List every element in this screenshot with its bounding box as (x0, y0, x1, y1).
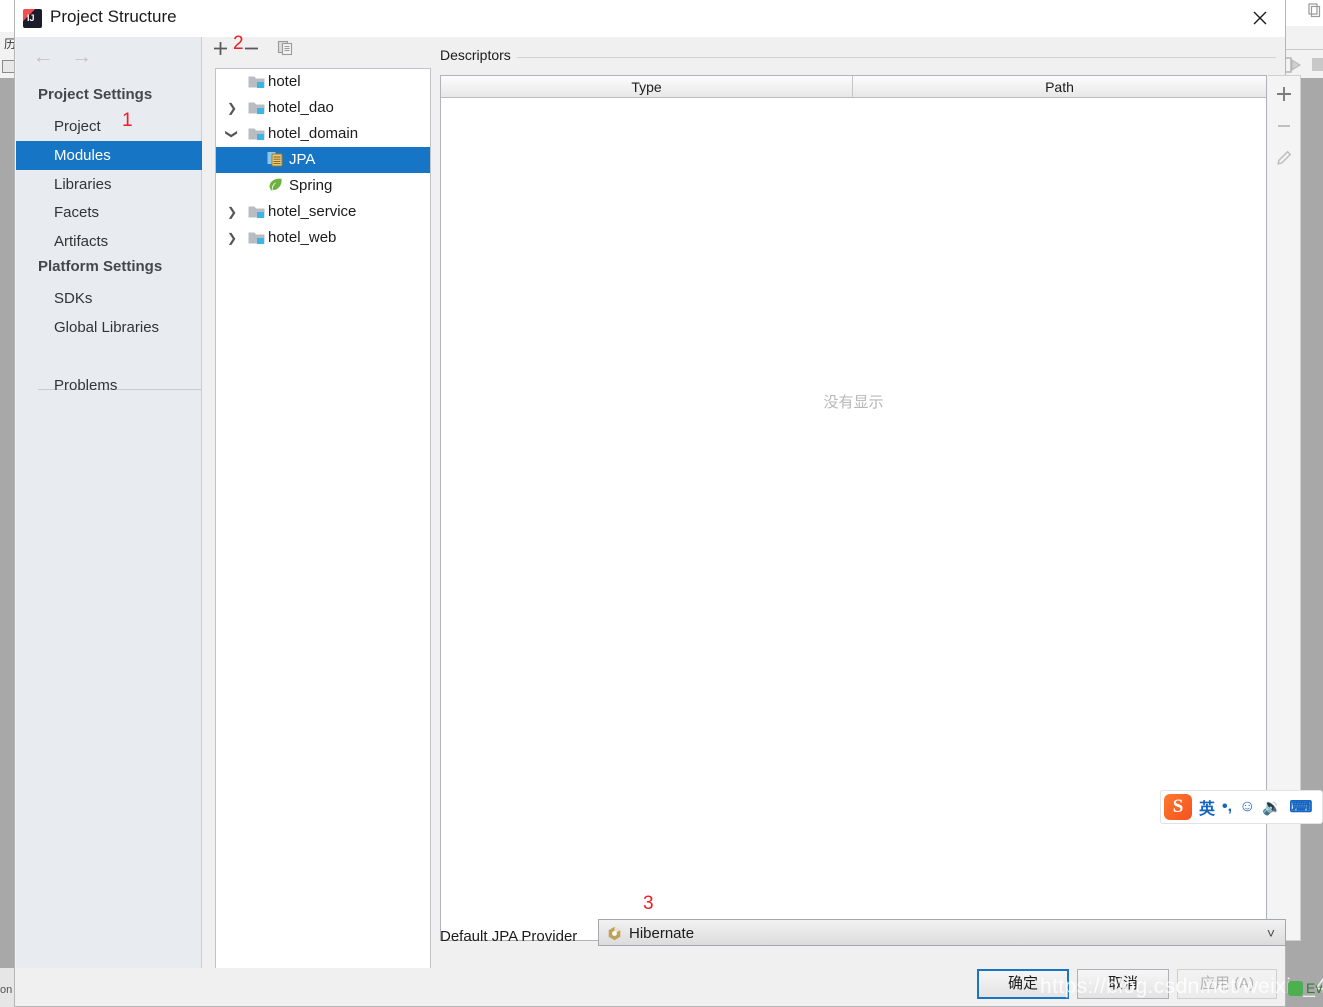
hibernate-icon (607, 926, 622, 941)
tree-item-label: Spring (289, 177, 333, 194)
dialog-titlebar: Project Structure (15, 0, 1285, 37)
module-folder-icon (248, 74, 265, 89)
tree-item-spring[interactable]: Spring (216, 173, 430, 199)
add-module-button[interactable] (207, 39, 233, 65)
navigation-arrows: ← → (26, 43, 98, 71)
pencil-icon (1277, 150, 1292, 165)
evernote-label: Ev (1306, 980, 1323, 996)
tree-item-label: hotel_web (268, 229, 337, 246)
empty-state-message: 没有显示 (823, 394, 884, 411)
chevron-down-icon[interactable]: ❯ (224, 126, 240, 142)
annotation-3: 3 (643, 893, 654, 914)
default-jpa-provider-label: Default JPA Provider (440, 928, 578, 945)
chevron-right-icon[interactable]: ❯ (224, 100, 240, 116)
arrow-left-icon[interactable]: ← (26, 43, 60, 71)
add-descriptor-button[interactable] (1272, 84, 1296, 108)
default-jpa-provider-value: Hibernate (629, 925, 695, 942)
cancel-button[interactable]: 取消 (1077, 969, 1169, 999)
intellij-idea-icon (23, 9, 42, 28)
sidebar-item-facets[interactable]: Facets (16, 198, 202, 227)
sidebar-item-artifacts[interactable]: Artifacts (16, 227, 202, 256)
evernote-icon (1288, 981, 1303, 996)
module-folder-icon (248, 204, 265, 219)
ime-mode-label[interactable]: 英 (1199, 795, 1215, 819)
sidebar-item-global-libraries[interactable]: Global Libraries (16, 313, 202, 342)
module-tree[interactable]: hotel ❯ hotel_dao ❯ hotel_domain JPA Spr… (215, 68, 431, 968)
tree-item-jpa[interactable]: JPA (216, 147, 430, 173)
chevron-right-icon[interactable]: ❯ (224, 204, 240, 220)
keyboard-icon[interactable]: ⌨ (1289, 797, 1312, 817)
spring-facet-icon (267, 177, 284, 192)
column-header-path[interactable]: Path (853, 76, 1266, 98)
remove-descriptor-button[interactable] (1272, 116, 1296, 140)
apply-button[interactable]: 应用 (A) (1177, 969, 1277, 999)
copy-icon (277, 40, 292, 56)
minus-icon (244, 47, 258, 50)
background-ide-band (1286, 26, 1323, 50)
module-folder-icon (248, 100, 265, 115)
settings-sidebar: ← → Project Settings Project Modules Lib… (16, 37, 202, 968)
sidebar-item-project[interactable]: Project (16, 112, 202, 141)
dialog-button-bar: 确定 取消 应用 (A) (15, 968, 1285, 1006)
background-copy-icon (1306, 2, 1322, 18)
arrow-right-icon[interactable]: → (64, 43, 98, 71)
descriptors-table-header: Type Path (441, 76, 1266, 98)
chevron-down-icon[interactable]: ˅ (1267, 925, 1275, 941)
edit-descriptor-button[interactable] (1272, 148, 1296, 172)
close-button[interactable] (1236, 0, 1285, 36)
tree-item-hotel[interactable]: hotel (216, 69, 430, 95)
tree-item-label: hotel_dao (268, 99, 334, 116)
tree-item-hotel-dao[interactable]: ❯ hotel_dao (216, 95, 430, 121)
tree-item-label: hotel (268, 73, 301, 90)
column-header-type[interactable]: Type (441, 76, 853, 98)
descriptors-section-label: Descriptors (440, 47, 517, 63)
tree-item-label: JPA (289, 151, 316, 168)
tree-item-hotel-service[interactable]: ❯ hotel_service (216, 199, 430, 225)
sidebar-item-problems[interactable]: Problems (16, 371, 202, 400)
sogou-logo-icon[interactable]: S (1164, 794, 1192, 820)
jpa-facet-icon (267, 151, 284, 167)
sidebar-item-sdks[interactable]: SDKs (16, 284, 202, 313)
copy-module-button[interactable] (272, 39, 298, 65)
background-stop-icon (1312, 58, 1323, 71)
project-structure-dialog: Project Structure ← → Project Settings P… (14, 0, 1301, 1007)
default-jpa-provider-select[interactable]: Hibernate ˅ (598, 919, 1286, 946)
group-header-platform-settings: Platform Settings (38, 258, 163, 275)
smiley-icon[interactable]: ☺ (1239, 798, 1255, 816)
sogou-ime-bar[interactable]: S 英 •, ☺ 🔉 ⌨ (1160, 790, 1323, 824)
sidebar-item-libraries[interactable]: Libraries (16, 170, 202, 199)
tree-item-label: hotel_domain (268, 125, 359, 142)
annotation-2: 2 (233, 33, 244, 54)
punctuation-icon[interactable]: •, (1222, 798, 1232, 816)
tree-item-hotel-web[interactable]: ❯ hotel_web (216, 225, 430, 251)
page-title: Project Structure (50, 7, 177, 26)
plus-icon (213, 42, 227, 55)
plus-icon (1277, 87, 1291, 101)
section-divider (440, 57, 1276, 58)
chevron-right-icon[interactable]: ❯ (224, 230, 240, 246)
module-tree-pane: hotel ❯ hotel_dao ❯ hotel_domain JPA Spr… (202, 37, 431, 968)
module-folder-icon (248, 230, 265, 245)
minus-icon (1278, 125, 1290, 127)
close-icon (1253, 11, 1267, 25)
module-folder-icon (248, 126, 265, 141)
descriptors-table[interactable]: Type Path 没有显示 (440, 75, 1267, 941)
annotation-1: 1 (122, 110, 133, 131)
tree-item-hotel-domain[interactable]: ❯ hotel_domain (216, 121, 430, 147)
ok-button[interactable]: 确定 (977, 969, 1069, 999)
facet-detail-panel: Descriptors Type Path 没有显示 Default JPA P… (432, 37, 1301, 968)
sidebar-item-modules[interactable]: Modules (16, 141, 202, 170)
group-header-project-settings: Project Settings (38, 86, 153, 103)
tree-item-label: hotel_service (268, 203, 357, 220)
microphone-icon[interactable]: 🔉 (1262, 797, 1282, 817)
